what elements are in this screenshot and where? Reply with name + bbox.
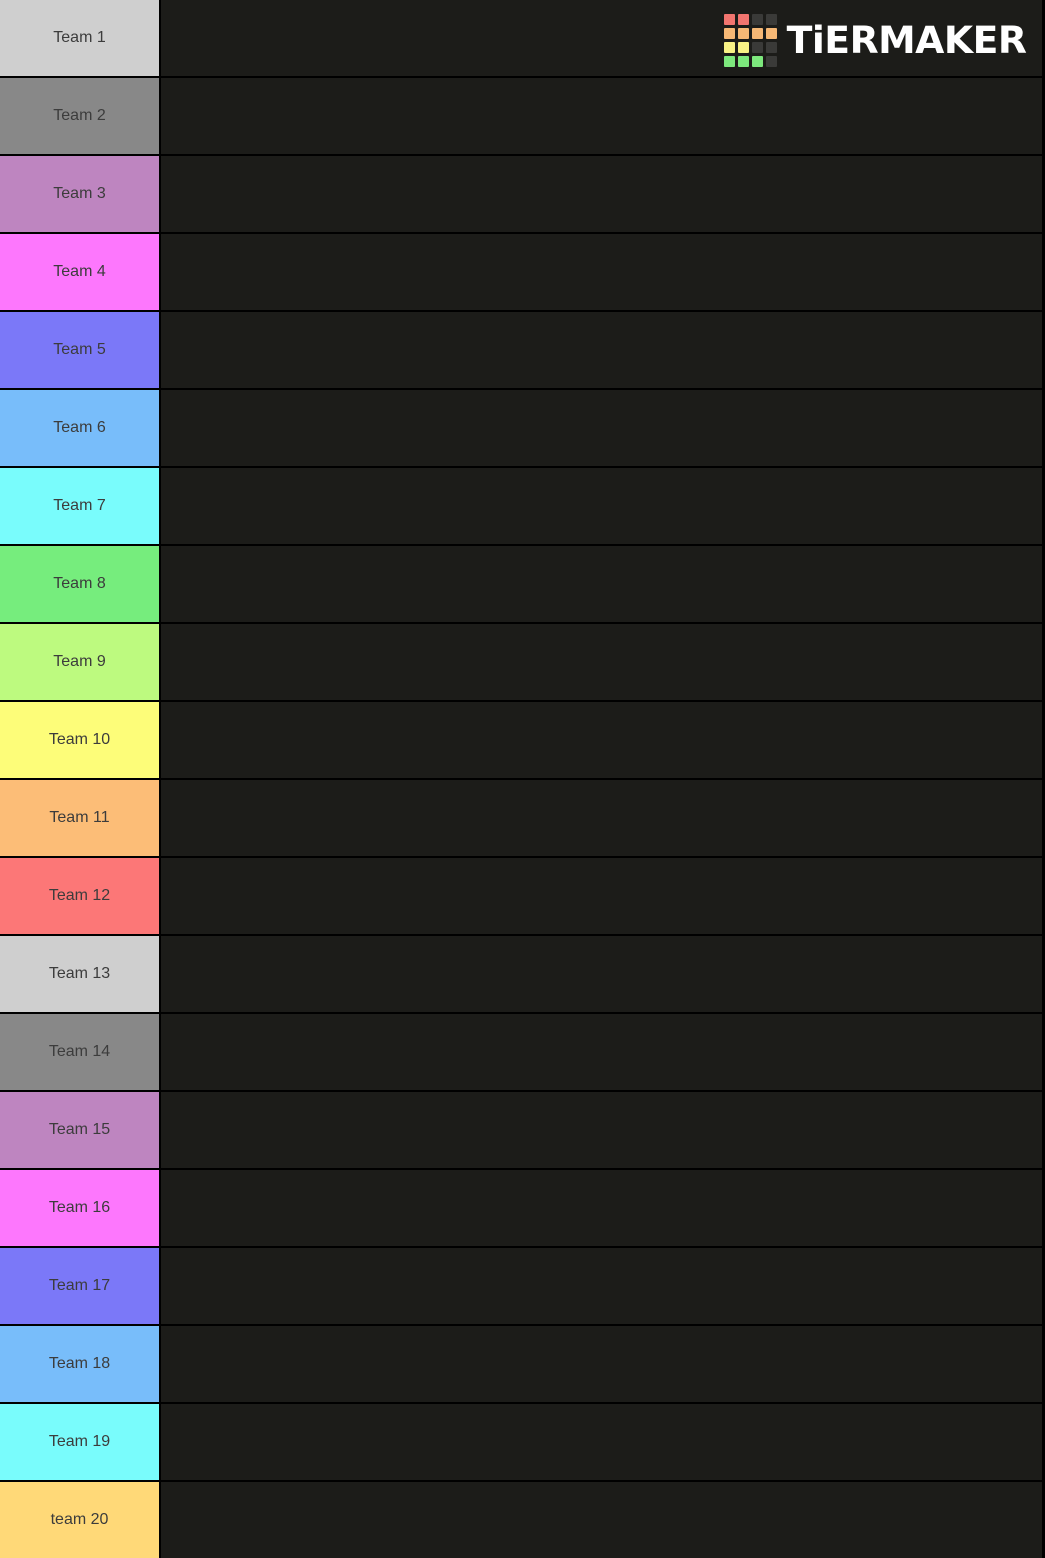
tier-drop-zone-1[interactable]: TiERMAKER [161, 0, 1045, 76]
logo-grid-cell [723, 56, 735, 67]
tier-label-3[interactable]: Team 3 [0, 156, 161, 232]
tier-row: Team 4 [0, 234, 1045, 312]
tier-drop-zone-20[interactable] [161, 1482, 1045, 1558]
tier-label-13[interactable]: Team 13 [0, 936, 161, 1012]
tier-list-container: Team 1 TiERMAKER Team 2 Team 3 Team 4 Team 5T… [0, 0, 1045, 1558]
tier-drop-zone-6[interactable] [161, 390, 1045, 466]
tier-row: Team 14 [0, 1014, 1045, 1092]
tier-row: Team 19 [0, 1404, 1045, 1482]
tiermaker-logo: TiERMAKER [723, 14, 1027, 67]
tier-label-11[interactable]: Team 11 [0, 780, 161, 856]
tier-label-5[interactable]: Team 5 [0, 312, 161, 388]
tier-label-20[interactable]: team 20 [0, 1482, 161, 1558]
logo-grid-cell [765, 56, 777, 67]
tier-drop-zone-10[interactable] [161, 702, 1045, 778]
tier-row: Team 11 [0, 780, 1045, 858]
logo-grid-cell [737, 56, 749, 67]
tier-label-4[interactable]: Team 4 [0, 234, 161, 310]
tier-row: Team 9 [0, 624, 1045, 702]
tiermaker-grid-icon [723, 14, 777, 67]
tier-drop-zone-12[interactable] [161, 858, 1045, 934]
logo-grid-cell [765, 14, 777, 25]
logo-grid-cell [737, 28, 749, 39]
logo-grid-cell [737, 42, 749, 53]
logo-grid-cell [765, 42, 777, 53]
tier-label-12[interactable]: Team 12 [0, 858, 161, 934]
tier-row: Team 10 [0, 702, 1045, 780]
tier-row: Team 17 [0, 1248, 1045, 1326]
tier-label-9[interactable]: Team 9 [0, 624, 161, 700]
tier-drop-zone-9[interactable] [161, 624, 1045, 700]
tier-label-17[interactable]: Team 17 [0, 1248, 161, 1324]
tier-row: Team 13 [0, 936, 1045, 1014]
tier-row: Team 2 [0, 78, 1045, 156]
tier-drop-zone-3[interactable] [161, 156, 1045, 232]
tier-label-19[interactable]: Team 19 [0, 1404, 161, 1480]
logo-grid-cell [751, 56, 763, 67]
tier-row: Team 16 [0, 1170, 1045, 1248]
tier-drop-zone-19[interactable] [161, 1404, 1045, 1480]
logo-grid-cell [723, 42, 735, 53]
tier-drop-zone-7[interactable] [161, 468, 1045, 544]
tier-drop-zone-11[interactable] [161, 780, 1045, 856]
tier-drop-zone-2[interactable] [161, 78, 1045, 154]
logo-grid-cell [751, 14, 763, 25]
tier-label-1[interactable]: Team 1 [0, 0, 161, 76]
tier-label-2[interactable]: Team 2 [0, 78, 161, 154]
tier-drop-zone-15[interactable] [161, 1092, 1045, 1168]
logo-grid-cell [723, 14, 735, 25]
tier-row: Team 6 [0, 390, 1045, 468]
tier-label-8[interactable]: Team 8 [0, 546, 161, 622]
tier-drop-zone-14[interactable] [161, 1014, 1045, 1090]
tier-drop-zone-5[interactable] [161, 312, 1045, 388]
tier-row: Team 8 [0, 546, 1045, 624]
tier-label-6[interactable]: Team 6 [0, 390, 161, 466]
tier-row: Team 18 [0, 1326, 1045, 1404]
tiermaker-wordmark: TiERMAKER [786, 19, 1027, 62]
tier-drop-zone-18[interactable] [161, 1326, 1045, 1402]
tier-label-18[interactable]: Team 18 [0, 1326, 161, 1402]
tier-label-15[interactable]: Team 15 [0, 1092, 161, 1168]
tier-drop-zone-13[interactable] [161, 936, 1045, 1012]
tier-drop-zone-17[interactable] [161, 1248, 1045, 1324]
tier-row: Team 15 [0, 1092, 1045, 1170]
tier-label-10[interactable]: Team 10 [0, 702, 161, 778]
tier-label-16[interactable]: Team 16 [0, 1170, 161, 1246]
logo-grid-cell [751, 28, 763, 39]
tier-row: Team 3 [0, 156, 1045, 234]
tier-drop-zone-8[interactable] [161, 546, 1045, 622]
logo-grid-cell [737, 14, 749, 25]
tier-row: Team 5 [0, 312, 1045, 390]
tier-label-7[interactable]: Team 7 [0, 468, 161, 544]
tier-drop-zone-4[interactable] [161, 234, 1045, 310]
tier-row: Team 12 [0, 858, 1045, 936]
logo-grid-cell [765, 28, 777, 39]
tier-row: team 20 [0, 1482, 1045, 1558]
tier-row: Team 1 TiERMAKER [0, 0, 1045, 78]
tier-row: Team 7 [0, 468, 1045, 546]
tier-drop-zone-16[interactable] [161, 1170, 1045, 1246]
tier-label-14[interactable]: Team 14 [0, 1014, 161, 1090]
logo-grid-cell [751, 42, 763, 53]
logo-grid-cell [723, 28, 735, 39]
